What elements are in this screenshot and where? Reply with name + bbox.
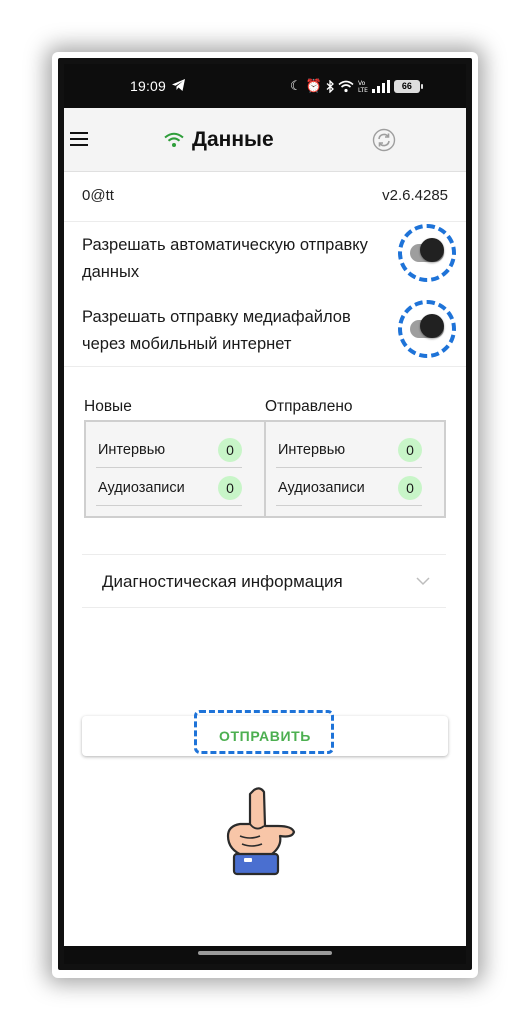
navigation-bar [64, 946, 466, 964]
divider [64, 366, 466, 367]
moon-icon: ☾ [290, 78, 302, 93]
stats-label: Интервью [98, 442, 166, 458]
toggle-thumb [420, 238, 444, 262]
signal-icon [371, 79, 390, 93]
count-badge: 0 [218, 476, 242, 500]
diagnostics-expander[interactable]: Диагностическая информация [82, 554, 446, 608]
battery-icon: 66 [393, 79, 423, 93]
sync-icon[interactable] [372, 128, 396, 152]
send-button[interactable]: ОТПРАВИТЬ [82, 710, 448, 756]
stats-new-box: Интервью 0 Аудиозаписи 0 [84, 420, 266, 518]
count-badge: 0 [398, 476, 422, 500]
setting-mobile-media: Разрешать отправку медиафайлов через моб… [64, 300, 466, 366]
stats-new-header: Новые [84, 398, 132, 415]
chevron-down-icon [416, 577, 430, 586]
app-bar: Данные [64, 108, 466, 172]
stats-new-audio-row: Аудиозаписи 0 [96, 468, 242, 506]
bluetooth-icon [326, 79, 334, 93]
user-id: 0@tt [82, 187, 114, 204]
volte-icon: Vo LTE [358, 80, 368, 93]
auto-send-toggle[interactable] [398, 224, 456, 282]
count-badge: 0 [218, 438, 242, 462]
app-title-group: Данные [164, 128, 274, 152]
phone-screen: 19:09 ☾ ⏰ Vo LTE 66 Данные 0@tt v2.6.428… [64, 64, 466, 964]
stats-sent-header: Отправлено [265, 398, 353, 415]
menu-icon[interactable] [70, 132, 88, 146]
stats-new-interviews-row: Интервью 0 [96, 430, 242, 468]
diagnostics-label: Диагностическая информация [102, 572, 343, 591]
setting-auto-send: Разрешать автоматическую отправку данных [64, 224, 466, 294]
page-title: Данные [192, 128, 274, 151]
home-indicator[interactable] [198, 951, 332, 955]
mobile-media-toggle[interactable] [398, 300, 456, 358]
info-row: 0@tt v2.6.4285 [64, 172, 466, 222]
pointing-hand-icon [225, 786, 297, 877]
stats-sent-audio-row: Аудиозаписи 0 [276, 468, 422, 506]
setting-mobile-media-label: Разрешать отправку медиафайлов через моб… [82, 308, 351, 353]
stats-sent-interviews-row: Интервью 0 [276, 430, 422, 468]
send-button-label: ОТПРАВИТЬ [219, 728, 311, 744]
stats-sent-box: Интервью 0 Аудиозаписи 0 [264, 420, 446, 518]
telegram-icon [172, 79, 185, 91]
status-time: 19:09 [130, 78, 167, 94]
svg-text:LTE: LTE [358, 87, 368, 93]
stats-label: Аудиозаписи [98, 480, 185, 496]
alarm-icon: ⏰ [305, 78, 322, 93]
wifi-status-icon [164, 132, 184, 147]
setting-auto-send-label: Разрешать автоматическую отправку данных [82, 236, 368, 281]
app-version: v2.6.4285 [382, 187, 448, 204]
stats-label: Интервью [278, 442, 346, 458]
svg-text:Vo: Vo [358, 80, 366, 87]
status-icons: ☾ ⏰ Vo LTE 66 [290, 77, 423, 95]
wifi-icon [338, 80, 354, 92]
status-bar: 19:09 ☾ ⏰ Vo LTE 66 [64, 64, 466, 108]
stats-label: Аудиозаписи [278, 480, 365, 496]
toggle-thumb [420, 314, 444, 338]
count-badge: 0 [398, 438, 422, 462]
